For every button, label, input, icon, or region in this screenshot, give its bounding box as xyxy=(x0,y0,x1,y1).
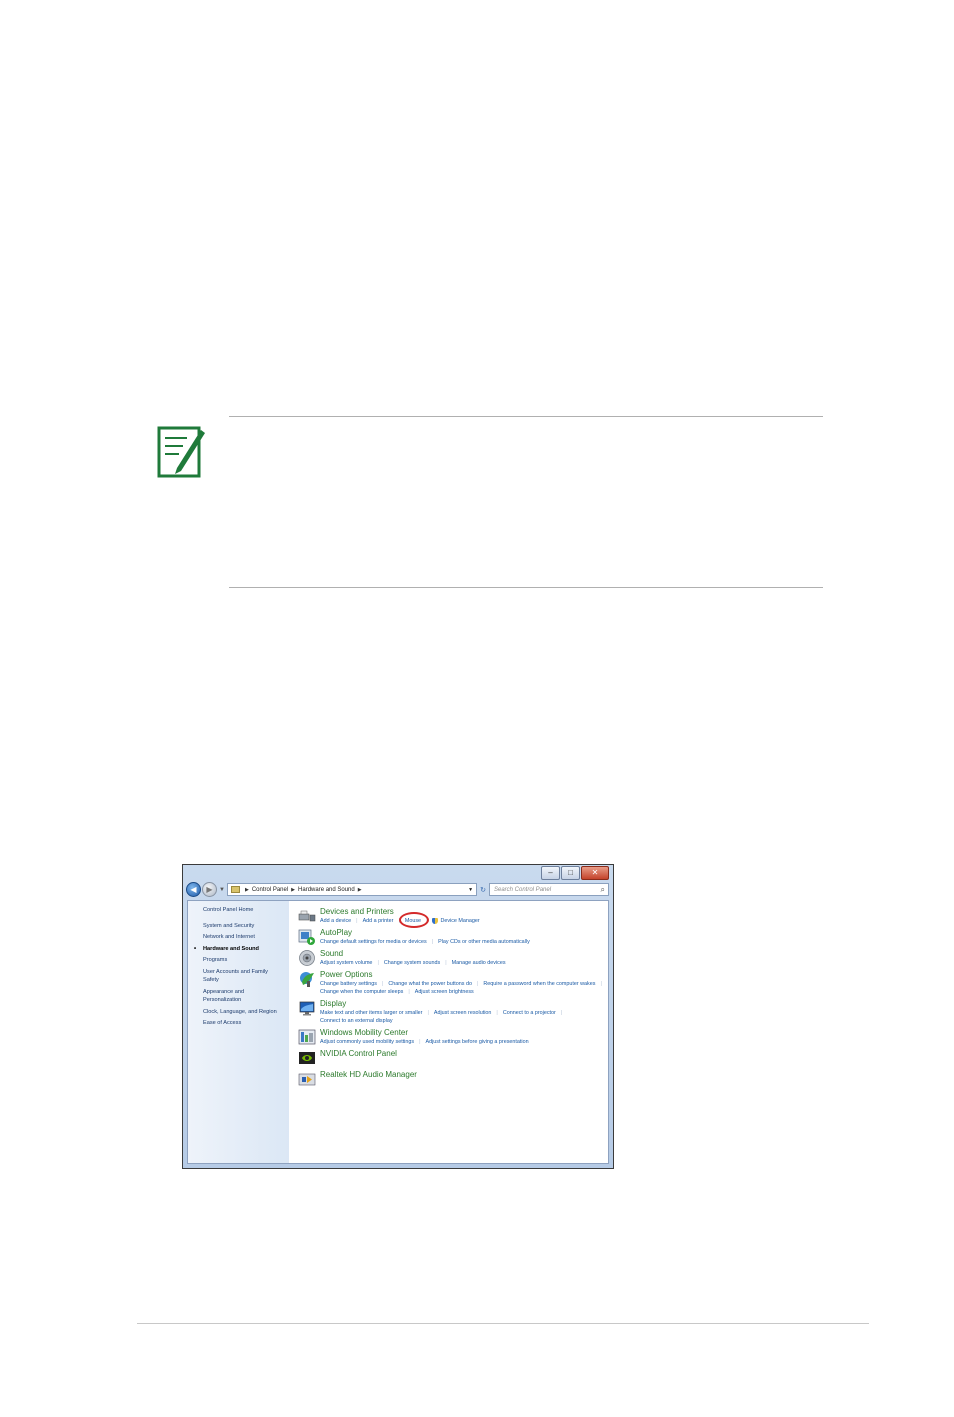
text-size-link[interactable]: Make text and other items larger or smal… xyxy=(320,1009,422,1017)
sidebar-item-network-and-internet[interactable]: Network and Internet xyxy=(188,934,289,942)
power-icon xyxy=(300,972,314,987)
address-bar[interactable]: ▶ Control Panel ▶ Hardware and Sound ▶ ▼ xyxy=(226,883,478,896)
device-manager-link[interactable]: Device Manager xyxy=(432,917,480,925)
category-title[interactable]: Display xyxy=(320,999,608,1009)
category-devices-and-printers: Devices and Printers Add a device | Add a… xyxy=(298,907,608,928)
sidebar-item-control-panel-home[interactable]: Control Panel Home xyxy=(188,907,289,915)
sidebar-item-ease-of-access[interactable]: Ease of Access xyxy=(188,1020,289,1028)
breadcrumb-separator-icon[interactable]: ▶ xyxy=(358,887,362,893)
sidebar-item-appearance[interactable]: Appearance and xyxy=(188,989,289,997)
category-autoplay: AutoPlay Change default settings for med… xyxy=(298,928,608,946)
speaker-icon xyxy=(299,950,315,966)
search-icon[interactable]: ⌕ xyxy=(601,885,605,895)
footer-rule xyxy=(137,1323,869,1324)
category-sound: Sound Adjust system volume | Change syste… xyxy=(298,949,608,967)
power-buttons-link[interactable]: Change what the power buttons do xyxy=(388,980,472,988)
screen-brightness-link[interactable]: Adjust screen brightness xyxy=(415,988,474,996)
sidebar-item-user-accounts-cont[interactable]: Safety xyxy=(188,977,289,985)
search-input[interactable]: Search Control Panel ⌕ xyxy=(489,883,609,896)
note-bottom-rule xyxy=(229,587,823,588)
window-caption-buttons: – □ ✕ xyxy=(541,866,609,880)
category-display: Display Make text and other items larger… xyxy=(298,999,608,1025)
change-default-settings-link[interactable]: Change default settings for media or dev… xyxy=(320,938,427,946)
change-system-sounds-link[interactable]: Change system sounds xyxy=(384,959,440,967)
autoplay-icon xyxy=(298,929,315,945)
external-display-link[interactable]: Connect to an external display xyxy=(320,1017,393,1025)
battery-settings-link[interactable]: Change battery settings xyxy=(320,980,377,988)
add-printer-link[interactable]: Add a printer xyxy=(363,917,394,925)
category-title[interactable]: Realtek HD Audio Manager xyxy=(320,1070,417,1080)
highlight-circle xyxy=(398,912,429,928)
sidebar-item-user-accounts[interactable]: User Accounts and Family xyxy=(188,969,289,977)
category-windows-mobility-center: Windows Mobility Center Adjust commonly … xyxy=(298,1028,608,1046)
category-power-options: Power Options Change battery settings | C… xyxy=(298,970,608,996)
device-manager-label: Device Manager xyxy=(440,918,480,924)
printer-icon xyxy=(298,910,316,922)
forward-button[interactable]: ▶ xyxy=(202,882,217,897)
password-on-wake-link[interactable]: Require a password when the computer wak… xyxy=(483,980,595,988)
breadcrumb-separator-icon[interactable]: ▶ xyxy=(245,887,249,893)
manage-audio-devices-link[interactable]: Manage audio devices xyxy=(452,959,506,967)
refresh-icon[interactable]: ↻ xyxy=(480,886,486,894)
maximize-button[interactable]: □ xyxy=(561,866,580,880)
sidebar-item-clock-language-region[interactable]: Clock, Language, and Region xyxy=(188,1009,289,1017)
category-title[interactable]: Windows Mobility Center xyxy=(320,1028,529,1038)
nvidia-icon xyxy=(299,1052,315,1064)
mouse-link[interactable]: Mouse xyxy=(398,912,429,928)
display-icon xyxy=(299,1001,315,1016)
adjust-volume-link[interactable]: Adjust system volume xyxy=(320,959,372,967)
back-button[interactable]: ◀ xyxy=(186,882,201,897)
category-nvidia-control-panel: NVIDIA Control Panel xyxy=(298,1049,608,1067)
control-panel-folder-icon xyxy=(230,886,240,893)
connect-projector-link[interactable]: Connect to a projector xyxy=(503,1009,556,1017)
realtek-icon xyxy=(298,1073,316,1086)
sidebar-item-hardware-and-sound[interactable]: Hardware and Sound xyxy=(188,946,289,954)
breadcrumb-control-panel[interactable]: Control Panel xyxy=(252,887,288,893)
sidebar-item-system-and-security[interactable]: System and Security xyxy=(188,923,289,931)
close-button[interactable]: ✕ xyxy=(581,866,609,880)
category-title[interactable]: Power Options xyxy=(320,970,608,980)
category-realtek-hd-audio-manager: Realtek HD Audio Manager xyxy=(298,1070,608,1088)
navigation-bar: ◀ ▶ ▼ ▶ Control Panel ▶ Hardware and Sou… xyxy=(186,881,609,898)
breadcrumb-hardware-and-sound[interactable]: Hardware and Sound xyxy=(298,887,355,893)
category-title[interactable]: Sound xyxy=(320,949,506,959)
note-top-rule xyxy=(229,416,823,417)
shield-icon xyxy=(432,917,439,924)
add-device-link[interactable]: Add a device xyxy=(320,917,351,925)
presentation-settings-link[interactable]: Adjust settings before giving a presenta… xyxy=(425,1038,528,1046)
category-title[interactable]: NVIDIA Control Panel xyxy=(320,1049,397,1059)
window-content: Control Panel Home System and Security N… xyxy=(187,900,609,1164)
category-list: Devices and Printers Add a device | Add a… xyxy=(289,901,608,1163)
play-cds-link[interactable]: Play CDs or other media automatically xyxy=(438,938,530,946)
screen-resolution-link[interactable]: Adjust screen resolution xyxy=(434,1009,492,1017)
sidebar-item-programs[interactable]: Programs xyxy=(188,957,289,965)
recent-pages-dropdown[interactable]: ▼ xyxy=(219,887,225,893)
sleep-settings-link[interactable]: Change when the computer sleeps xyxy=(320,988,403,996)
mobility-settings-link[interactable]: Adjust commonly used mobility settings xyxy=(320,1038,414,1046)
mobility-icon xyxy=(298,1029,316,1045)
category-title[interactable]: AutoPlay xyxy=(320,928,530,938)
minimize-button[interactable]: – xyxy=(541,866,560,880)
sidebar: Control Panel Home System and Security N… xyxy=(188,901,289,1163)
sidebar-item-appearance-cont[interactable]: Personalization xyxy=(188,997,289,1005)
note-pencil-icon xyxy=(157,426,205,478)
search-placeholder: Search Control Panel xyxy=(494,886,552,893)
breadcrumb-separator-icon[interactable]: ▶ xyxy=(291,887,295,893)
control-panel-window: – □ ✕ ◀ ▶ ▼ ▶ Control Panel ▶ Hardware a… xyxy=(182,864,614,1169)
address-dropdown-icon[interactable]: ▼ xyxy=(465,887,476,893)
